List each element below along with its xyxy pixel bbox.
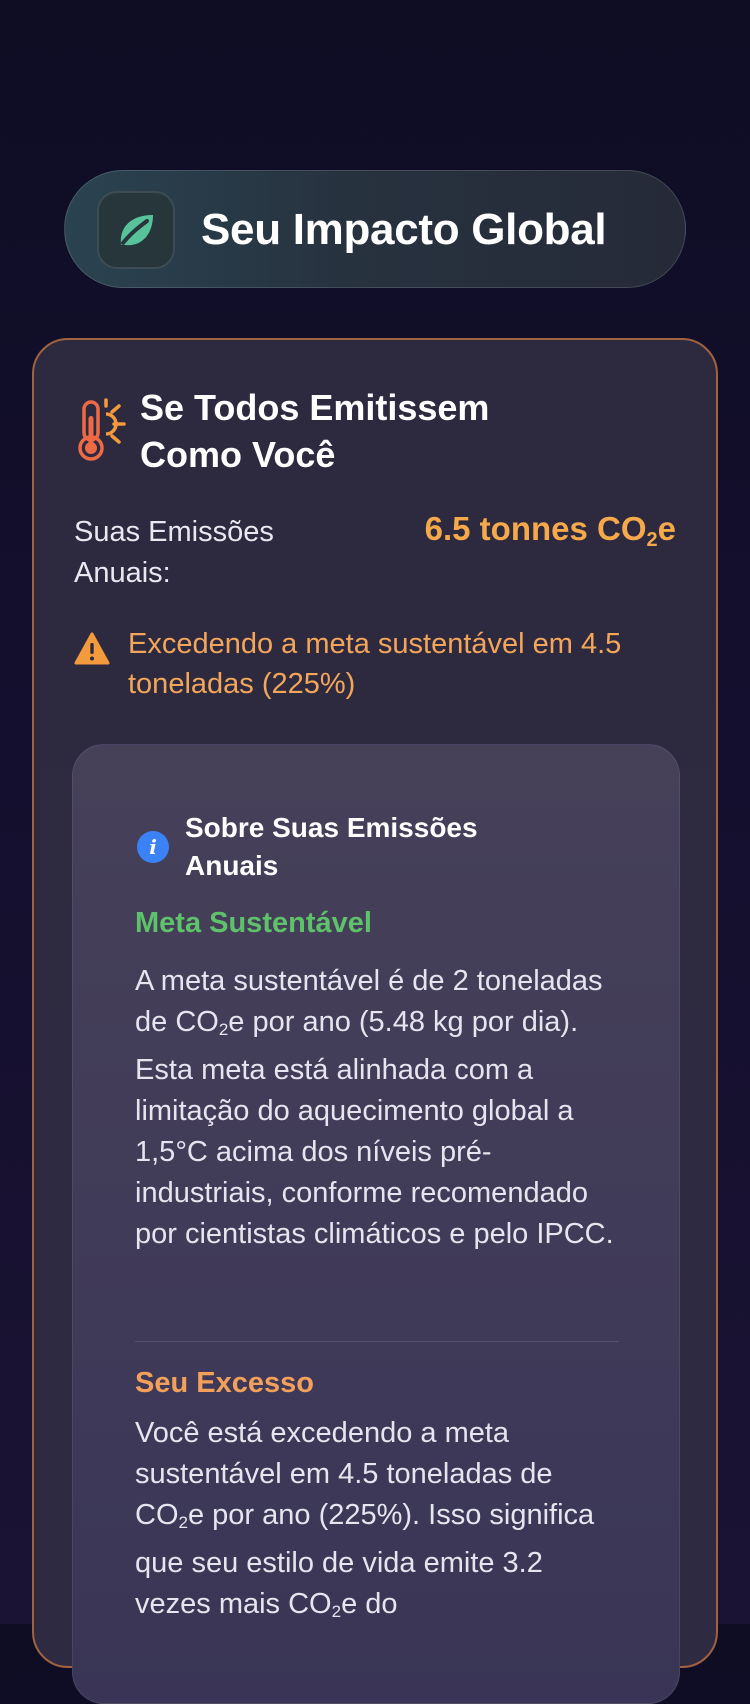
warning-icon: [74, 632, 110, 665]
emissions-value: 6.5 tonnes CO2e: [424, 510, 676, 551]
info-title: Sobre Suas Emissões Anuais: [185, 812, 478, 881]
emissions-card: Se Todos Emitissem Como Você Suas Emissõ…: [32, 338, 718, 1704]
emissions-label: Suas Emissões Anuais:: [74, 516, 274, 589]
header-pill: Seu Impacto Global: [64, 170, 686, 288]
section-heading-sustainable-goal: Meta Sustentável: [135, 907, 372, 939]
card-title: Se Todos Emitissem Como Você: [140, 387, 490, 475]
section-body-excess: Você está excedendo a meta sustentável e…: [135, 1417, 595, 1621]
section-heading-excess: Seu Excesso: [135, 1367, 314, 1399]
leaf-icon: [97, 191, 175, 269]
warning-text: Excedendo a meta sustentável em 4.5 tone…: [128, 628, 622, 700]
section-divider: [135, 1341, 619, 1342]
page-title: Seu Impacto Global: [201, 205, 607, 254]
info-panel: i Sobre Suas Emissões Anuais Meta Susten…: [72, 744, 680, 1704]
info-icon: i: [137, 831, 169, 863]
thermometer-sun-icon: [78, 398, 126, 461]
section-body-sustainable-goal: A meta sustentável é de 2 toneladas de C…: [135, 965, 614, 1250]
